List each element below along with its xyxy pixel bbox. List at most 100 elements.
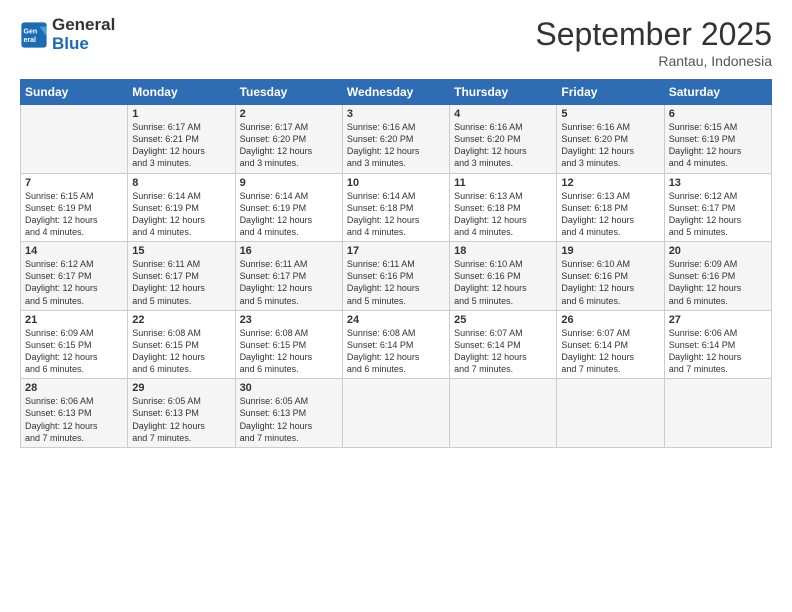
cell-w1-d5: 5Sunrise: 6:16 AM Sunset: 6:20 PM Daylig…: [557, 105, 664, 174]
day-number: 25: [454, 314, 552, 326]
day-info: Sunrise: 6:13 AM Sunset: 6:18 PM Dayligh…: [561, 190, 659, 239]
day-info: Sunrise: 6:06 AM Sunset: 6:14 PM Dayligh…: [669, 327, 767, 376]
col-header-monday: Monday: [128, 80, 235, 105]
cell-w2-d1: 8Sunrise: 6:14 AM Sunset: 6:19 PM Daylig…: [128, 173, 235, 242]
day-info: Sunrise: 6:14 AM Sunset: 6:18 PM Dayligh…: [347, 190, 445, 239]
week-row-2: 7Sunrise: 6:15 AM Sunset: 6:19 PM Daylig…: [21, 173, 772, 242]
subtitle: Rantau, Indonesia: [535, 53, 772, 69]
day-info: Sunrise: 6:06 AM Sunset: 6:13 PM Dayligh…: [25, 395, 123, 444]
cell-w3-d1: 15Sunrise: 6:11 AM Sunset: 6:17 PM Dayli…: [128, 242, 235, 311]
header: Gen eral General Blue September 2025 Ran…: [20, 16, 772, 69]
day-number: 12: [561, 177, 659, 189]
day-number: 27: [669, 314, 767, 326]
cell-w2-d4: 11Sunrise: 6:13 AM Sunset: 6:18 PM Dayli…: [450, 173, 557, 242]
col-header-sunday: Sunday: [21, 80, 128, 105]
cell-w1-d4: 4Sunrise: 6:16 AM Sunset: 6:20 PM Daylig…: [450, 105, 557, 174]
day-number: 5: [561, 108, 659, 120]
col-header-saturday: Saturday: [664, 80, 771, 105]
day-info: Sunrise: 6:14 AM Sunset: 6:19 PM Dayligh…: [132, 190, 230, 239]
col-header-friday: Friday: [557, 80, 664, 105]
day-number: 16: [240, 245, 338, 257]
day-number: 11: [454, 177, 552, 189]
day-number: 6: [669, 108, 767, 120]
cell-w1-d3: 3Sunrise: 6:16 AM Sunset: 6:20 PM Daylig…: [342, 105, 449, 174]
day-info: Sunrise: 6:15 AM Sunset: 6:19 PM Dayligh…: [669, 121, 767, 170]
day-number: 7: [25, 177, 123, 189]
svg-text:Gen: Gen: [24, 28, 38, 35]
logo: Gen eral General Blue: [20, 16, 115, 53]
logo-line2: Blue: [52, 35, 115, 54]
logo-icon: Gen eral: [20, 21, 48, 49]
cell-w5-d4: [450, 379, 557, 448]
cell-w5-d5: [557, 379, 664, 448]
day-info: Sunrise: 6:10 AM Sunset: 6:16 PM Dayligh…: [454, 258, 552, 307]
day-number: 4: [454, 108, 552, 120]
logo-line1: General: [52, 16, 115, 35]
day-info: Sunrise: 6:12 AM Sunset: 6:17 PM Dayligh…: [25, 258, 123, 307]
col-header-thursday: Thursday: [450, 80, 557, 105]
week-row-5: 28Sunrise: 6:06 AM Sunset: 6:13 PM Dayli…: [21, 379, 772, 448]
cell-w5-d1: 29Sunrise: 6:05 AM Sunset: 6:13 PM Dayli…: [128, 379, 235, 448]
day-info: Sunrise: 6:09 AM Sunset: 6:15 PM Dayligh…: [25, 327, 123, 376]
cell-w2-d0: 7Sunrise: 6:15 AM Sunset: 6:19 PM Daylig…: [21, 173, 128, 242]
day-info: Sunrise: 6:14 AM Sunset: 6:19 PM Dayligh…: [240, 190, 338, 239]
calendar-table: SundayMondayTuesdayWednesdayThursdayFrid…: [20, 79, 772, 448]
day-number: 30: [240, 382, 338, 394]
day-number: 21: [25, 314, 123, 326]
cell-w5-d0: 28Sunrise: 6:06 AM Sunset: 6:13 PM Dayli…: [21, 379, 128, 448]
day-info: Sunrise: 6:17 AM Sunset: 6:20 PM Dayligh…: [240, 121, 338, 170]
cell-w1-d2: 2Sunrise: 6:17 AM Sunset: 6:20 PM Daylig…: [235, 105, 342, 174]
day-number: 9: [240, 177, 338, 189]
cell-w2-d5: 12Sunrise: 6:13 AM Sunset: 6:18 PM Dayli…: [557, 173, 664, 242]
cell-w4-d4: 25Sunrise: 6:07 AM Sunset: 6:14 PM Dayli…: [450, 310, 557, 379]
cell-w4-d5: 26Sunrise: 6:07 AM Sunset: 6:14 PM Dayli…: [557, 310, 664, 379]
day-info: Sunrise: 6:12 AM Sunset: 6:17 PM Dayligh…: [669, 190, 767, 239]
day-info: Sunrise: 6:05 AM Sunset: 6:13 PM Dayligh…: [132, 395, 230, 444]
day-info: Sunrise: 6:11 AM Sunset: 6:17 PM Dayligh…: [240, 258, 338, 307]
day-number: 23: [240, 314, 338, 326]
day-number: 1: [132, 108, 230, 120]
day-info: Sunrise: 6:16 AM Sunset: 6:20 PM Dayligh…: [347, 121, 445, 170]
week-row-3: 14Sunrise: 6:12 AM Sunset: 6:17 PM Dayli…: [21, 242, 772, 311]
day-info: Sunrise: 6:09 AM Sunset: 6:16 PM Dayligh…: [669, 258, 767, 307]
cell-w4-d2: 23Sunrise: 6:08 AM Sunset: 6:15 PM Dayli…: [235, 310, 342, 379]
cell-w3-d5: 19Sunrise: 6:10 AM Sunset: 6:16 PM Dayli…: [557, 242, 664, 311]
day-number: 10: [347, 177, 445, 189]
day-number: 22: [132, 314, 230, 326]
day-number: 28: [25, 382, 123, 394]
day-number: 24: [347, 314, 445, 326]
day-number: 3: [347, 108, 445, 120]
cell-w1-d6: 6Sunrise: 6:15 AM Sunset: 6:19 PM Daylig…: [664, 105, 771, 174]
day-number: 13: [669, 177, 767, 189]
day-number: 29: [132, 382, 230, 394]
day-info: Sunrise: 6:16 AM Sunset: 6:20 PM Dayligh…: [561, 121, 659, 170]
cell-w4-d0: 21Sunrise: 6:09 AM Sunset: 6:15 PM Dayli…: [21, 310, 128, 379]
day-number: 20: [669, 245, 767, 257]
cell-w3-d3: 17Sunrise: 6:11 AM Sunset: 6:16 PM Dayli…: [342, 242, 449, 311]
day-info: Sunrise: 6:11 AM Sunset: 6:16 PM Dayligh…: [347, 258, 445, 307]
week-row-1: 1Sunrise: 6:17 AM Sunset: 6:21 PM Daylig…: [21, 105, 772, 174]
day-info: Sunrise: 6:10 AM Sunset: 6:16 PM Dayligh…: [561, 258, 659, 307]
day-number: 17: [347, 245, 445, 257]
day-info: Sunrise: 6:15 AM Sunset: 6:19 PM Dayligh…: [25, 190, 123, 239]
day-number: 14: [25, 245, 123, 257]
day-info: Sunrise: 6:11 AM Sunset: 6:17 PM Dayligh…: [132, 258, 230, 307]
day-info: Sunrise: 6:08 AM Sunset: 6:15 PM Dayligh…: [240, 327, 338, 376]
day-number: 26: [561, 314, 659, 326]
cell-w4-d3: 24Sunrise: 6:08 AM Sunset: 6:14 PM Dayli…: [342, 310, 449, 379]
cell-w3-d6: 20Sunrise: 6:09 AM Sunset: 6:16 PM Dayli…: [664, 242, 771, 311]
col-header-tuesday: Tuesday: [235, 80, 342, 105]
cell-w5-d2: 30Sunrise: 6:05 AM Sunset: 6:13 PM Dayli…: [235, 379, 342, 448]
day-number: 2: [240, 108, 338, 120]
col-header-wednesday: Wednesday: [342, 80, 449, 105]
cell-w5-d3: [342, 379, 449, 448]
month-title: September 2025: [535, 16, 772, 53]
title-section: September 2025 Rantau, Indonesia: [535, 16, 772, 69]
cell-w2-d6: 13Sunrise: 6:12 AM Sunset: 6:17 PM Dayli…: [664, 173, 771, 242]
cell-w1-d0: [21, 105, 128, 174]
cell-w4-d6: 27Sunrise: 6:06 AM Sunset: 6:14 PM Dayli…: [664, 310, 771, 379]
day-info: Sunrise: 6:07 AM Sunset: 6:14 PM Dayligh…: [561, 327, 659, 376]
day-info: Sunrise: 6:08 AM Sunset: 6:15 PM Dayligh…: [132, 327, 230, 376]
day-info: Sunrise: 6:16 AM Sunset: 6:20 PM Dayligh…: [454, 121, 552, 170]
cell-w2-d3: 10Sunrise: 6:14 AM Sunset: 6:18 PM Dayli…: [342, 173, 449, 242]
